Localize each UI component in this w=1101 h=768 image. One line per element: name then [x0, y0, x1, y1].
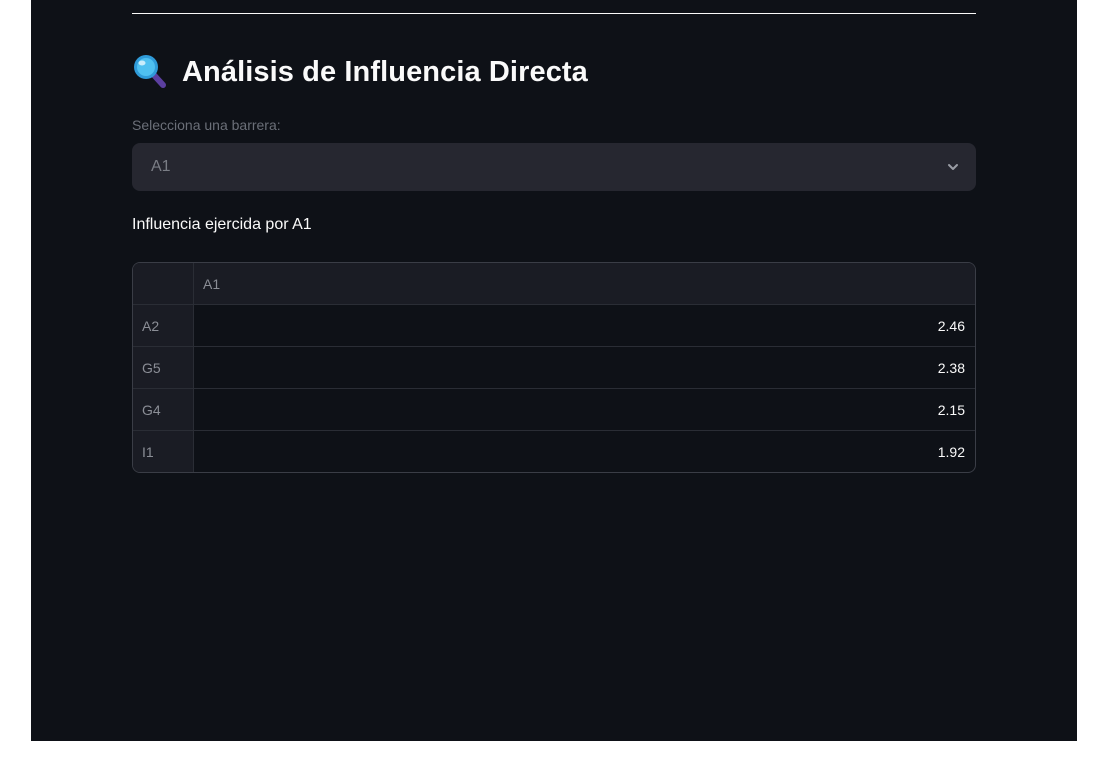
- row-index: A2: [133, 305, 194, 346]
- top-divider: [132, 13, 976, 14]
- app-window: Análisis de Influencia Directa Seleccion…: [31, 0, 1077, 741]
- row-value[interactable]: 2.15: [938, 389, 965, 430]
- barrier-select[interactable]: A1: [132, 143, 976, 191]
- row-value[interactable]: 2.38: [938, 347, 965, 388]
- select-label: Selecciona una barrera:: [132, 117, 281, 133]
- table-header-row: A1: [133, 263, 975, 305]
- magnifying-glass-icon: [134, 55, 166, 88]
- index-header-cell: [133, 263, 194, 304]
- table-row: G5 2.38: [133, 347, 975, 389]
- row-index: I1: [133, 431, 194, 472]
- row-index: G4: [133, 389, 194, 430]
- row-index: G5: [133, 347, 194, 388]
- select-value: A1: [151, 158, 171, 175]
- page-title: Análisis de Influencia Directa: [182, 55, 588, 88]
- table-row: G4 2.15: [133, 389, 975, 431]
- page-title-row: Análisis de Influencia Directa: [132, 52, 588, 92]
- column-header[interactable]: A1: [194, 263, 220, 304]
- chevron-down-icon: [948, 164, 958, 170]
- table-row: I1 1.92: [133, 431, 975, 472]
- row-value[interactable]: 1.92: [938, 431, 965, 472]
- section-heading: Influencia ejercida por A1: [132, 216, 312, 233]
- row-value[interactable]: 2.46: [938, 305, 965, 346]
- influence-table: A1 A2 2.46 G5 2.38 G4 2.15 I1 1.92: [132, 262, 976, 473]
- table-row: A2 2.46: [133, 305, 975, 347]
